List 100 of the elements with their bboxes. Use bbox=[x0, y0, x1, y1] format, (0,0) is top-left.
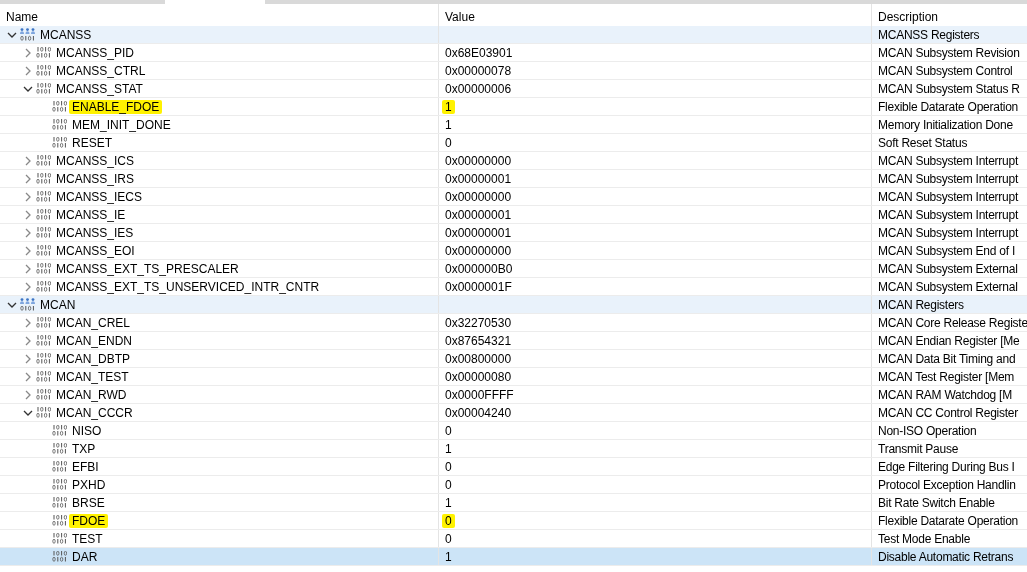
tree-row[interactable]: EFBI 0 Edge Filtering During Bus I bbox=[0, 458, 1027, 476]
description-text: MCAN RAM Watchdog [M bbox=[878, 387, 1012, 402]
value-text: 0x00000000 bbox=[445, 243, 512, 258]
tree-row[interactable]: MCAN_CREL 0x32270530 MCAN Core Release Registe bbox=[0, 314, 1027, 332]
binary-icon bbox=[36, 47, 51, 58]
tree-row[interactable]: PXHD 0 Protocol Exception Handlin bbox=[0, 476, 1027, 494]
register-name: MCAN_DBTP bbox=[56, 351, 130, 366]
register-name: MCANSS_ICS bbox=[56, 153, 135, 168]
description-text: Flexible Datarate Operation bbox=[878, 513, 1018, 528]
binary-icon bbox=[52, 551, 67, 562]
value-text: 0 bbox=[445, 135, 452, 150]
tree-row[interactable]: MCANSS_CTRL 0x00000078 MCAN Subsystem Control bbox=[0, 62, 1027, 80]
value-text: 1 bbox=[442, 99, 455, 114]
binary-icon bbox=[52, 101, 67, 112]
value-text: 0 bbox=[445, 477, 452, 492]
tree-row[interactable]: MCANSS_EXT_TS_PRESCALER 0x000000B0 MCAN Subsystem External bbox=[0, 260, 1027, 278]
value-text: 0 bbox=[445, 423, 452, 438]
binary-icon bbox=[36, 227, 51, 238]
binary-icon bbox=[52, 425, 67, 436]
tree-row[interactable]: BRSE 1 Bit Rate Switch Enable bbox=[0, 494, 1027, 512]
value-text: 0x00800000 bbox=[445, 351, 512, 366]
value-text: 0x00000001 bbox=[445, 225, 512, 240]
register-name: MCANSS_STAT bbox=[56, 81, 143, 96]
column-header[interactable]: Description bbox=[878, 10, 939, 24]
binary-icon bbox=[36, 209, 51, 220]
register-name: MCANSS_EOI bbox=[56, 243, 135, 258]
description-text: MCAN Subsystem Interrupt bbox=[878, 225, 1019, 240]
tree-row[interactable]: MCANSS_PID 0x68E03901 MCAN Subsystem Revision bbox=[0, 44, 1027, 62]
tree-row[interactable]: MCAN_DBTP 0x00800000 MCAN Data Bit Timing and bbox=[0, 350, 1027, 368]
value-text: 0x00000000 bbox=[445, 189, 512, 204]
value-text: 0x00000001 bbox=[445, 207, 512, 222]
description-text: Protocol Exception Handlin bbox=[878, 477, 1016, 492]
tree-row[interactable]: MCANSS_IRS 0x00000001 MCAN Subsystem Interrupt bbox=[0, 170, 1027, 188]
tree-row[interactable]: MCAN_TEST 0x00000080 MCAN Test Register [Mem bbox=[0, 368, 1027, 386]
field-name: RESET bbox=[72, 135, 112, 150]
register-name: MCANSS_IECS bbox=[56, 189, 143, 204]
tree-row[interactable]: RESET 0 Soft Reset Status bbox=[0, 134, 1027, 152]
tree-row[interactable]: MCANSS_IES 0x00000001 MCAN Subsystem Interrupt bbox=[0, 224, 1027, 242]
description-text: MCAN Subsystem Interrupt bbox=[878, 207, 1019, 222]
register-name: MCANSS_PID bbox=[56, 45, 135, 60]
tree-row[interactable]: MCANSS_EOI 0x00000000 MCAN Subsystem End of I bbox=[0, 242, 1027, 260]
description-text: MCAN Subsystem External bbox=[878, 261, 1018, 276]
binary-icon bbox=[36, 173, 51, 184]
description-text: Soft Reset Status bbox=[878, 135, 968, 150]
binary-icon bbox=[52, 533, 67, 544]
tree-row[interactable]: MCANSS_STAT 0x00000006 MCAN Subsystem Status R bbox=[0, 80, 1027, 98]
tree-row[interactable]: MCAN_CCCR 0x00004240 MCAN CC Control Register bbox=[0, 404, 1027, 422]
description-text: MCAN Core Release Registe bbox=[878, 315, 1027, 330]
value-text: 0x00000001 bbox=[445, 171, 512, 186]
value-text: 0x00000006 bbox=[445, 81, 512, 96]
description-text: MCAN Endian Register [Me bbox=[878, 333, 1020, 348]
description-text: MCAN Subsystem End of I bbox=[878, 243, 1015, 258]
tree-row[interactable]: NISO 0 Non-ISO Operation bbox=[0, 422, 1027, 440]
binary-icon bbox=[52, 497, 67, 508]
field-name: BRSE bbox=[72, 495, 105, 510]
value-text: 0x00004240 bbox=[445, 405, 512, 420]
group-icon bbox=[20, 28, 35, 41]
value-text: 1 bbox=[445, 117, 452, 132]
value-text: 1 bbox=[445, 549, 452, 564]
group-icon bbox=[20, 298, 35, 311]
binary-icon bbox=[36, 263, 51, 274]
value-text: 0 bbox=[445, 531, 452, 546]
binary-icon bbox=[36, 65, 51, 76]
value-text: 0x00000000 bbox=[445, 153, 512, 168]
tree-row[interactable]: MCANSS MCANSS Registers bbox=[0, 26, 1027, 44]
binary-icon bbox=[36, 371, 51, 382]
tree-row[interactable]: FDOE 0 Flexible Datarate Operation bbox=[0, 512, 1027, 530]
register-name: MCAN_CCCR bbox=[56, 405, 133, 420]
tree-row[interactable]: TXP 1 Transmit Pause bbox=[0, 440, 1027, 458]
binary-icon bbox=[52, 119, 67, 130]
tree-row[interactable]: MCAN MCAN Registers bbox=[0, 296, 1027, 314]
tree-row[interactable]: MCAN_RWD 0x0000FFFF MCAN RAM Watchdog [M bbox=[0, 386, 1027, 404]
description-text: Disable Automatic Retrans bbox=[878, 549, 1014, 564]
tree-row[interactable]: MEM_INIT_DONE 1 Memory Initialization Done bbox=[0, 116, 1027, 134]
tree-row[interactable]: DAR 1 Disable Automatic Retrans bbox=[0, 548, 1027, 566]
description-text: MCAN Subsystem Revision bbox=[878, 45, 1020, 60]
field-name: TEST bbox=[72, 531, 103, 546]
binary-icon bbox=[36, 389, 51, 400]
field-name: TXP bbox=[72, 441, 96, 456]
register-name: MCANSS_IE bbox=[56, 207, 126, 222]
tree-row[interactable]: MCANSS_IECS 0x00000000 MCAN Subsystem Interrupt bbox=[0, 188, 1027, 206]
description-text: Non-ISO Operation bbox=[878, 423, 977, 438]
tree-row[interactable]: MCANSS_ICS 0x00000000 MCAN Subsystem Interrupt bbox=[0, 152, 1027, 170]
tree-row[interactable]: MCAN_ENDN 0x87654321 MCAN Endian Register [Me bbox=[0, 332, 1027, 350]
description-text: MCAN Subsystem External bbox=[878, 279, 1018, 294]
tree-row[interactable]: ENABLE_FDOE 1 Flexible Datarate Operation bbox=[0, 98, 1027, 116]
tree-row[interactable]: MCANSS_IE 0x00000001 MCAN Subsystem Interrupt bbox=[0, 206, 1027, 224]
value-text: 0 bbox=[445, 459, 452, 474]
column-header[interactable]: Name bbox=[6, 10, 38, 24]
description-text: MCANSS Registers bbox=[878, 27, 980, 42]
binary-icon bbox=[36, 317, 51, 328]
register-name: MCAN_CREL bbox=[56, 315, 130, 330]
register-name: MCAN_ENDN bbox=[56, 333, 132, 348]
register-name: MCAN_TEST bbox=[56, 369, 129, 384]
binary-icon bbox=[36, 281, 51, 292]
value-text: 0x0000001F bbox=[445, 279, 512, 294]
field-name: MEM_INIT_DONE bbox=[72, 117, 171, 132]
description-text: Memory Initialization Done bbox=[878, 117, 1013, 132]
field-name: EFBI bbox=[72, 459, 99, 474]
column-header[interactable]: Value bbox=[445, 10, 475, 24]
